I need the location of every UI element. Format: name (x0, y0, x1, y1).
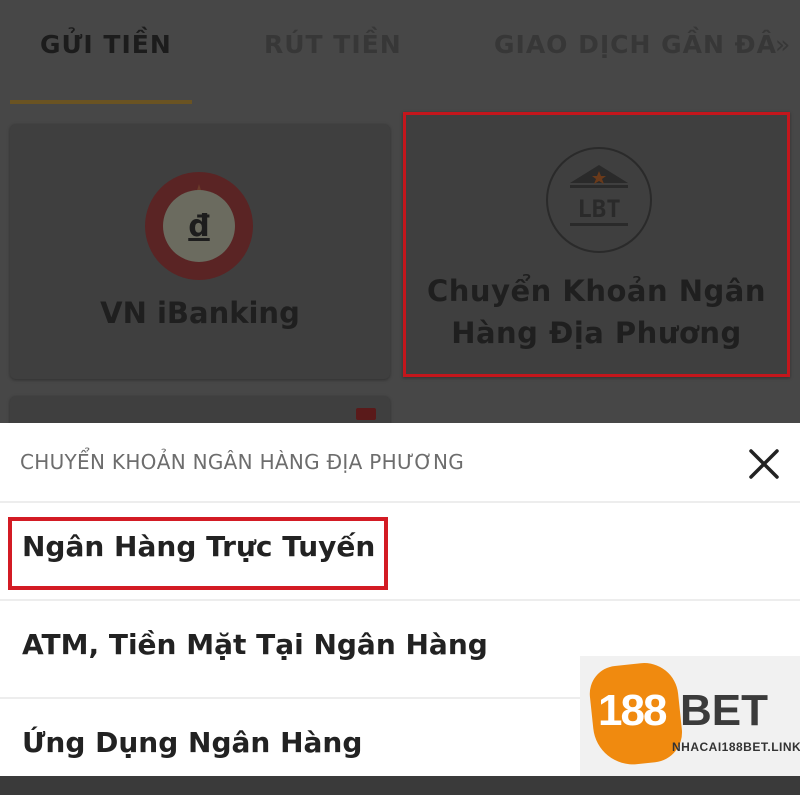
option-label: ATM, Tiền Mặt Tại Ngân Hàng (22, 628, 488, 661)
dong-coin-icon: đ (145, 172, 253, 280)
active-tab-indicator (10, 100, 192, 104)
highlight-box (8, 517, 388, 590)
card-accent-icon (356, 408, 376, 420)
close-icon[interactable] (744, 444, 784, 484)
option-label: Ứng Dụng Ngân Hàng (22, 726, 363, 759)
local-bank-transfer-label: Chuyển Khoản Ngân Hàng Địa Phương (406, 270, 787, 354)
close-button[interactable] (744, 444, 784, 484)
tab-bar: GỬI TIỀN RÚT TIỀN GIAO DỊCH GẦN ĐÂ » (0, 0, 800, 106)
brand-watermark: 188 BET NHACAI188BET.LINK (580, 656, 800, 776)
brand-site: NHACAI188BET.LINK (672, 740, 800, 754)
tab-deposit[interactable]: GỬI TIỀN (40, 30, 172, 59)
payment-method-vn-ibanking[interactable]: đ VN iBanking (10, 124, 390, 379)
brand-word: BET (680, 686, 768, 735)
brand-number: 188 (598, 686, 667, 735)
vn-ibanking-label: VN iBanking (100, 296, 300, 330)
tabs-more-chevron-icon[interactable]: » (775, 30, 790, 59)
local-bank-label-line1: Chuyển Khoản Ngân (427, 274, 766, 308)
dong-symbol: đ (188, 208, 210, 244)
background-page: GỬI TIỀN RÚT TIỀN GIAO DỊCH GẦN ĐÂ » đ V… (0, 0, 800, 436)
lbt-text: LBT (577, 195, 620, 223)
payment-method-local-bank-transfer[interactable]: LBT Chuyển Khoản Ngân Hàng Địa Phương (403, 112, 790, 377)
sheet-title: CHUYỂN KHOẢN NGÂN HÀNG ĐỊA PHƯƠNG (20, 450, 465, 474)
local-bank-label-line2: Hàng Địa Phương (451, 316, 742, 350)
tab-withdraw[interactable]: RÚT TIỀN (264, 30, 402, 59)
tab-recent-transactions[interactable]: GIAO DỊCH GẦN ĐÂ (494, 30, 777, 59)
bank-building-icon: LBT (546, 147, 652, 253)
sheet-header: CHUYỂN KHOẢN NGÂN HÀNG ĐỊA PHƯƠNG (0, 423, 800, 503)
